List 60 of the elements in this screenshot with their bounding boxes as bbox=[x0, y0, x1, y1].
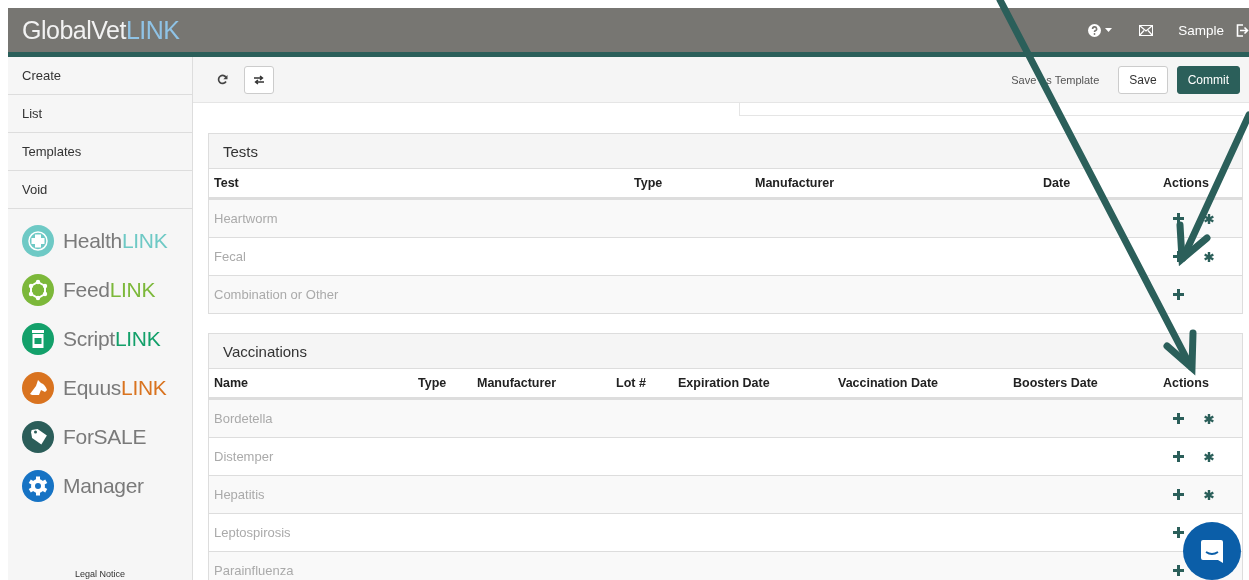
app-link[interactable]: FeedLINK bbox=[63, 274, 156, 306]
column-header: Test bbox=[213, 176, 240, 190]
app-link[interactable]: ForSALE bbox=[63, 421, 147, 453]
column-header: Manufacturer bbox=[754, 176, 836, 190]
asterisk-icon[interactable] bbox=[1204, 489, 1214, 500]
column-header: Name bbox=[213, 376, 250, 390]
logout-icon[interactable] bbox=[1236, 23, 1249, 37]
commit-button[interactable]: Commit bbox=[1176, 65, 1240, 94]
table-cell-text: Bordetella bbox=[213, 411, 274, 426]
user-name[interactable]: Sample bbox=[1178, 22, 1224, 38]
sidebar-item[interactable]: List bbox=[8, 95, 192, 133]
table-cell-text: Distemper bbox=[213, 449, 275, 464]
plus-icon[interactable] bbox=[1173, 451, 1184, 462]
table-cell-text: Hepatitis bbox=[213, 487, 266, 502]
column-header: Boosters Date bbox=[1012, 376, 1099, 390]
envelope-icon[interactable] bbox=[1139, 24, 1154, 36]
sidebar-item[interactable]: Create bbox=[8, 57, 192, 95]
column-header: Manufacturer bbox=[476, 376, 558, 390]
asterisk-icon[interactable] bbox=[1204, 251, 1214, 262]
plus-icon[interactable] bbox=[1173, 289, 1184, 300]
sidebar-item[interactable]: Templates bbox=[8, 133, 192, 171]
chat-button[interactable] bbox=[1183, 522, 1241, 580]
table-cell-text: Combination or Other bbox=[213, 287, 340, 302]
column-header: Expiration Date bbox=[677, 376, 771, 390]
plus-icon[interactable] bbox=[1173, 527, 1184, 538]
panel-title: Vaccinations bbox=[223, 342, 307, 360]
logo[interactable]: GlobalVetLINK bbox=[22, 15, 180, 45]
plus-icon[interactable] bbox=[1173, 489, 1184, 500]
asterisk-icon[interactable] bbox=[1204, 413, 1214, 424]
sidebar-item[interactable]: Void bbox=[8, 171, 192, 209]
column-header: Lot # bbox=[615, 376, 647, 390]
app-link[interactable]: HealthLINK bbox=[63, 225, 168, 257]
column-header: Type bbox=[633, 176, 664, 190]
column-header: Vaccination Date bbox=[837, 376, 940, 390]
table-cell-text: Fecal bbox=[213, 249, 247, 264]
app-link[interactable]: EquusLINK bbox=[63, 372, 167, 404]
table-cell-text: Parainfluenza bbox=[213, 563, 295, 578]
refresh-icon[interactable] bbox=[217, 74, 228, 85]
table-cell-text: Leptospirosis bbox=[213, 525, 292, 540]
plus-icon[interactable] bbox=[1173, 413, 1184, 424]
column-header: Actions bbox=[1162, 176, 1210, 190]
chat-icon bbox=[1199, 538, 1225, 564]
swap-button[interactable] bbox=[244, 65, 274, 94]
asterisk-icon[interactable] bbox=[1204, 213, 1214, 224]
plus-icon[interactable] bbox=[1173, 565, 1184, 576]
column-header: Actions bbox=[1162, 376, 1210, 390]
plus-icon[interactable] bbox=[1173, 213, 1184, 224]
panel-title: Tests bbox=[223, 142, 258, 160]
app-link[interactable]: Manager bbox=[63, 470, 144, 502]
legal-notice-link[interactable]: Legal Notice bbox=[8, 569, 192, 580]
save-as-template-link[interactable]: Save s Template bbox=[1011, 73, 1100, 86]
table-cell-text: Heartworm bbox=[213, 211, 279, 226]
save-button[interactable]: Save bbox=[1118, 65, 1168, 94]
caret-icon[interactable] bbox=[1105, 28, 1113, 32]
column-header: Date bbox=[1042, 176, 1072, 190]
app-link[interactable]: ScriptLINK bbox=[63, 323, 161, 355]
asterisk-icon[interactable] bbox=[1204, 451, 1214, 462]
swap-icon bbox=[253, 74, 265, 85]
column-header: Type bbox=[417, 376, 448, 390]
help-icon[interactable] bbox=[1088, 23, 1102, 37]
